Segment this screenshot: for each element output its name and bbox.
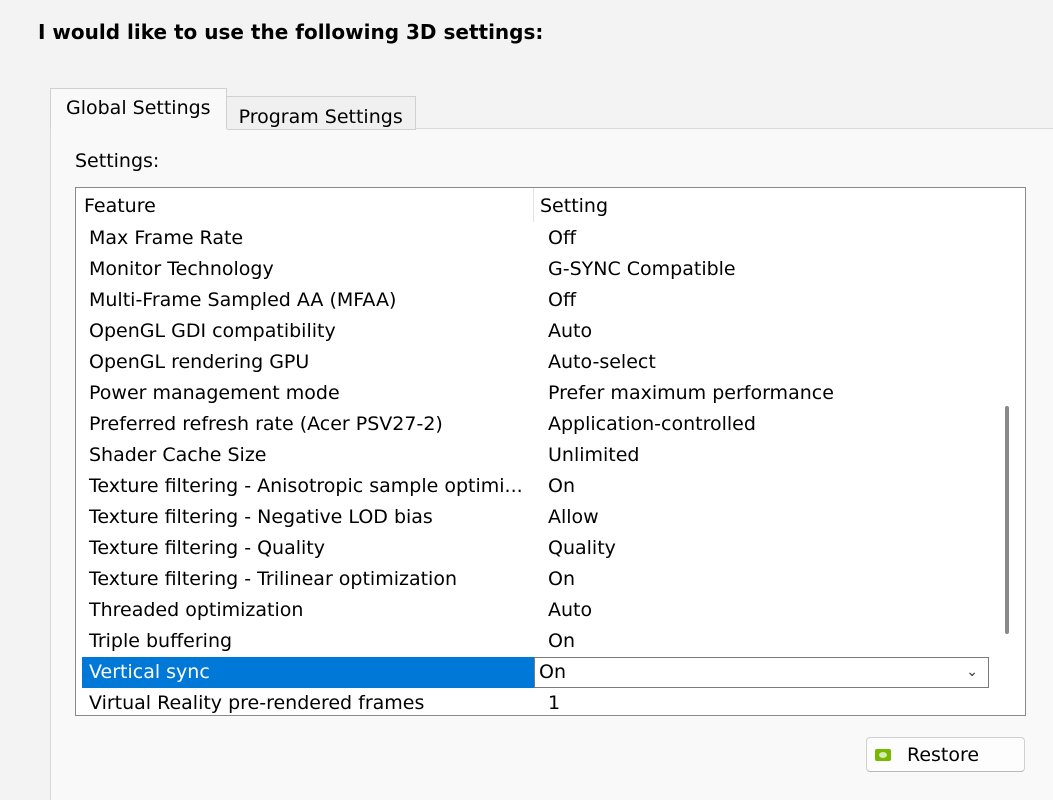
settings-label: Settings: [75, 150, 160, 172]
feature-cell: Texture filtering - Quality [89, 537, 325, 559]
setting-cell: Allow [548, 506, 599, 528]
setting-cell: Off [548, 289, 577, 311]
tab-strip: Global Settings Program Settings [50, 88, 416, 130]
feature-cell: Texture filtering - Trilinear optimizati… [89, 568, 458, 590]
list-row[interactable]: Max Frame Rate Off [82, 223, 989, 254]
restore-button-label: Restore [907, 743, 980, 766]
feature-cell: Monitor Technology [89, 258, 274, 280]
setting-cell: Auto [548, 320, 593, 342]
list-row[interactable]: Threaded optimization Auto [82, 595, 989, 626]
list-rows: Max Frame Rate Off Monitor Technology G-… [82, 223, 989, 715]
restore-button[interactable]: Restore [866, 737, 1025, 772]
nvidia-icon [875, 748, 891, 761]
feature-cell: OpenGL rendering GPU [89, 351, 310, 373]
feature-cell: Virtual Reality pre-rendered frames [89, 692, 425, 714]
feature-cell: Preferred refresh rate (Acer PSV27-2) [89, 413, 443, 435]
list-row[interactable]: Shader Cache Size Unlimited [82, 440, 989, 471]
feature-cell: Texture filtering - Negative LOD bias [89, 506, 433, 528]
setting-cell: Unlimited [548, 444, 640, 466]
setting-cell: On [548, 630, 575, 652]
tab-global-settings[interactable]: Global Settings [50, 88, 227, 129]
feature-cell: OpenGL GDI compatibility [89, 320, 336, 342]
list-row-selected[interactable]: Vertical sync On ⌄ [82, 657, 989, 688]
chevron-down-icon: ⌄ [966, 664, 978, 680]
list-row[interactable]: Power management mode Prefer maximum per… [82, 378, 989, 409]
page-heading: I would like to use the following 3D set… [38, 20, 544, 44]
feature-cell: Vertical sync [82, 657, 534, 688]
setting-cell: Auto-select [548, 351, 656, 373]
settings-list[interactable]: Feature Setting Max Frame Rate Off Monit… [75, 187, 1026, 716]
list-row[interactable]: Texture filtering - Negative LOD bias Al… [82, 502, 989, 533]
list-row[interactable]: OpenGL GDI compatibility Auto [82, 316, 989, 347]
list-row[interactable]: Triple buffering On [82, 626, 989, 657]
feature-cell: Texture filtering - Anisotropic sample o… [89, 475, 523, 497]
setting-cell: Prefer maximum performance [548, 382, 834, 404]
list-row[interactable]: Virtual Reality pre-rendered frames 1 [82, 688, 989, 715]
setting-cell: Auto [548, 599, 593, 621]
list-header: Feature Setting [76, 188, 990, 222]
list-row[interactable]: Texture filtering - Anisotropic sample o… [82, 471, 989, 502]
dropdown-value: On [539, 661, 566, 683]
list-row[interactable]: Texture filtering - Trilinear optimizati… [82, 564, 989, 595]
feature-cell: Multi-Frame Sampled AA (MFAA) [89, 289, 397, 311]
list-row[interactable]: Preferred refresh rate (Acer PSV27-2) Ap… [82, 409, 989, 440]
column-header-setting[interactable]: Setting [534, 188, 990, 222]
feature-cell: Threaded optimization [89, 599, 304, 621]
list-row[interactable]: Monitor Technology G-SYNC Compatible [82, 254, 989, 285]
setting-cell: On [548, 475, 575, 497]
vertical-sync-dropdown[interactable]: On ⌄ [534, 657, 989, 688]
feature-cell: Triple buffering [89, 630, 233, 652]
column-header-feature[interactable]: Feature [76, 188, 534, 222]
setting-cell: 1 [548, 692, 561, 714]
list-row[interactable]: Texture filtering - Quality Quality [82, 533, 989, 564]
list-row[interactable]: Multi-Frame Sampled AA (MFAA) Off [82, 285, 989, 316]
feature-cell: Max Frame Rate [89, 227, 244, 249]
vertical-scrollbar[interactable] [989, 188, 1025, 715]
list-row[interactable]: OpenGL rendering GPU Auto-select [82, 347, 989, 378]
setting-cell: Quality [548, 537, 616, 559]
feature-cell: Shader Cache Size [89, 444, 267, 466]
setting-cell: On ⌄ [534, 657, 989, 688]
scrollbar-thumb[interactable] [1005, 406, 1009, 634]
tab-program-settings[interactable]: Program Settings [226, 96, 416, 130]
feature-cell: Power management mode [89, 382, 340, 404]
setting-cell: On [548, 568, 575, 590]
setting-cell: Off [548, 227, 577, 249]
setting-cell: G-SYNC Compatible [548, 258, 736, 280]
setting-cell: Application-controlled [548, 413, 756, 435]
